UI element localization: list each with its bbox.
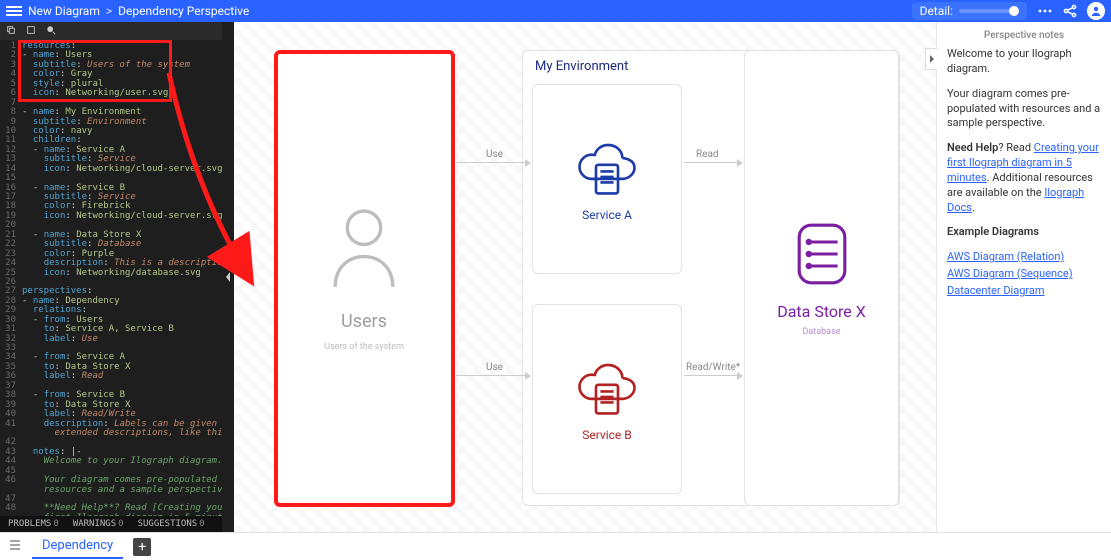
code-body[interactable]: 1resources:2- name: Users3 subtitle: Use… [0,40,222,516]
users-title: Users [341,311,387,332]
problems-count[interactable]: PROBLEMS0 [8,519,59,529]
edge-use-a [456,162,530,163]
breadcrumb-current[interactable]: Dependency Perspective [118,4,249,18]
more-icon[interactable] [1037,3,1053,19]
collapse-editor-handle[interactable] [222,22,234,532]
share-icon[interactable] [1063,4,1077,18]
code-editor[interactable]: 1resources:2- name: Users3 subtitle: Use… [0,22,222,532]
warnings-count[interactable]: WARNINGS0 [73,519,124,529]
breadcrumb-sep: > [106,4,112,18]
edge-use-b [456,375,530,376]
users-subtitle: Users of the system [324,342,404,352]
edge-label-use-b: Use [486,362,503,373]
suggestions-count[interactable]: SUGGESTIONS0 [138,519,205,529]
notes-heading: Perspective notes [947,30,1101,41]
ds-subtitle: Database [802,327,840,337]
open-icon[interactable] [6,25,16,38]
detail-label: Detail: [920,4,953,18]
edge-label-read: Read [696,149,719,160]
add-tab-button[interactable]: + [133,538,151,556]
service-b-title: Service B [582,428,632,442]
service-a-title: Service A [582,208,632,222]
code-toolbar [0,22,222,40]
tab-dependency[interactable]: Dependency [32,534,123,559]
node-service-b[interactable]: Service B [532,304,682,494]
list-icon[interactable] [8,538,22,556]
example-link-0[interactable]: AWS Diagram (Relation) [947,250,1064,263]
node-data-store[interactable]: Data Store X Database [744,50,899,506]
example-link-1[interactable]: AWS Diagram (Sequence) [947,267,1073,280]
notes-panel: Perspective notes Welcome to your Ilogra… [936,22,1111,532]
breadcrumb-root[interactable]: New Diagram [28,4,100,18]
edge-label-rw: Read/Write* [686,362,740,373]
detail-track[interactable] [959,9,1019,13]
example-link-2[interactable]: Datacenter Diagram [947,284,1045,297]
copy-icon[interactable] [26,25,36,38]
edge-label-use-a: Use [486,149,503,160]
perspective-bar: Dependency + [0,532,1111,560]
notes-welcome: Welcome to your Ilograph diagram. [947,47,1101,77]
search-icon[interactable] [46,25,56,38]
example-heading: Example Diagrams [947,225,1101,240]
notes-help: Need Help? Read Creating your first Ilog… [947,141,1101,215]
code-status-bar: PROBLEMS0 WARNINGS0 SUGGESTIONS0 [0,516,222,532]
edge-rw [684,375,742,376]
ds-title: Data Store X [777,302,866,321]
detail-slider[interactable]: Detail: [912,2,1027,20]
node-users[interactable]: Users Users of the system [276,52,452,504]
node-service-a[interactable]: Service A [532,84,682,274]
notes-populated: Your diagram comes pre-populated with re… [947,87,1101,132]
collapse-notes-handle[interactable] [925,48,937,70]
env-title: My Environment [535,59,628,74]
topbar: New Diagram > Dependency Perspective Det… [0,0,1111,22]
menu-icon[interactable] [6,3,22,19]
edge-read [684,162,742,163]
diagram-canvas[interactable]: Users Users of the system My Environment… [234,22,936,532]
account-icon[interactable] [1087,2,1105,20]
